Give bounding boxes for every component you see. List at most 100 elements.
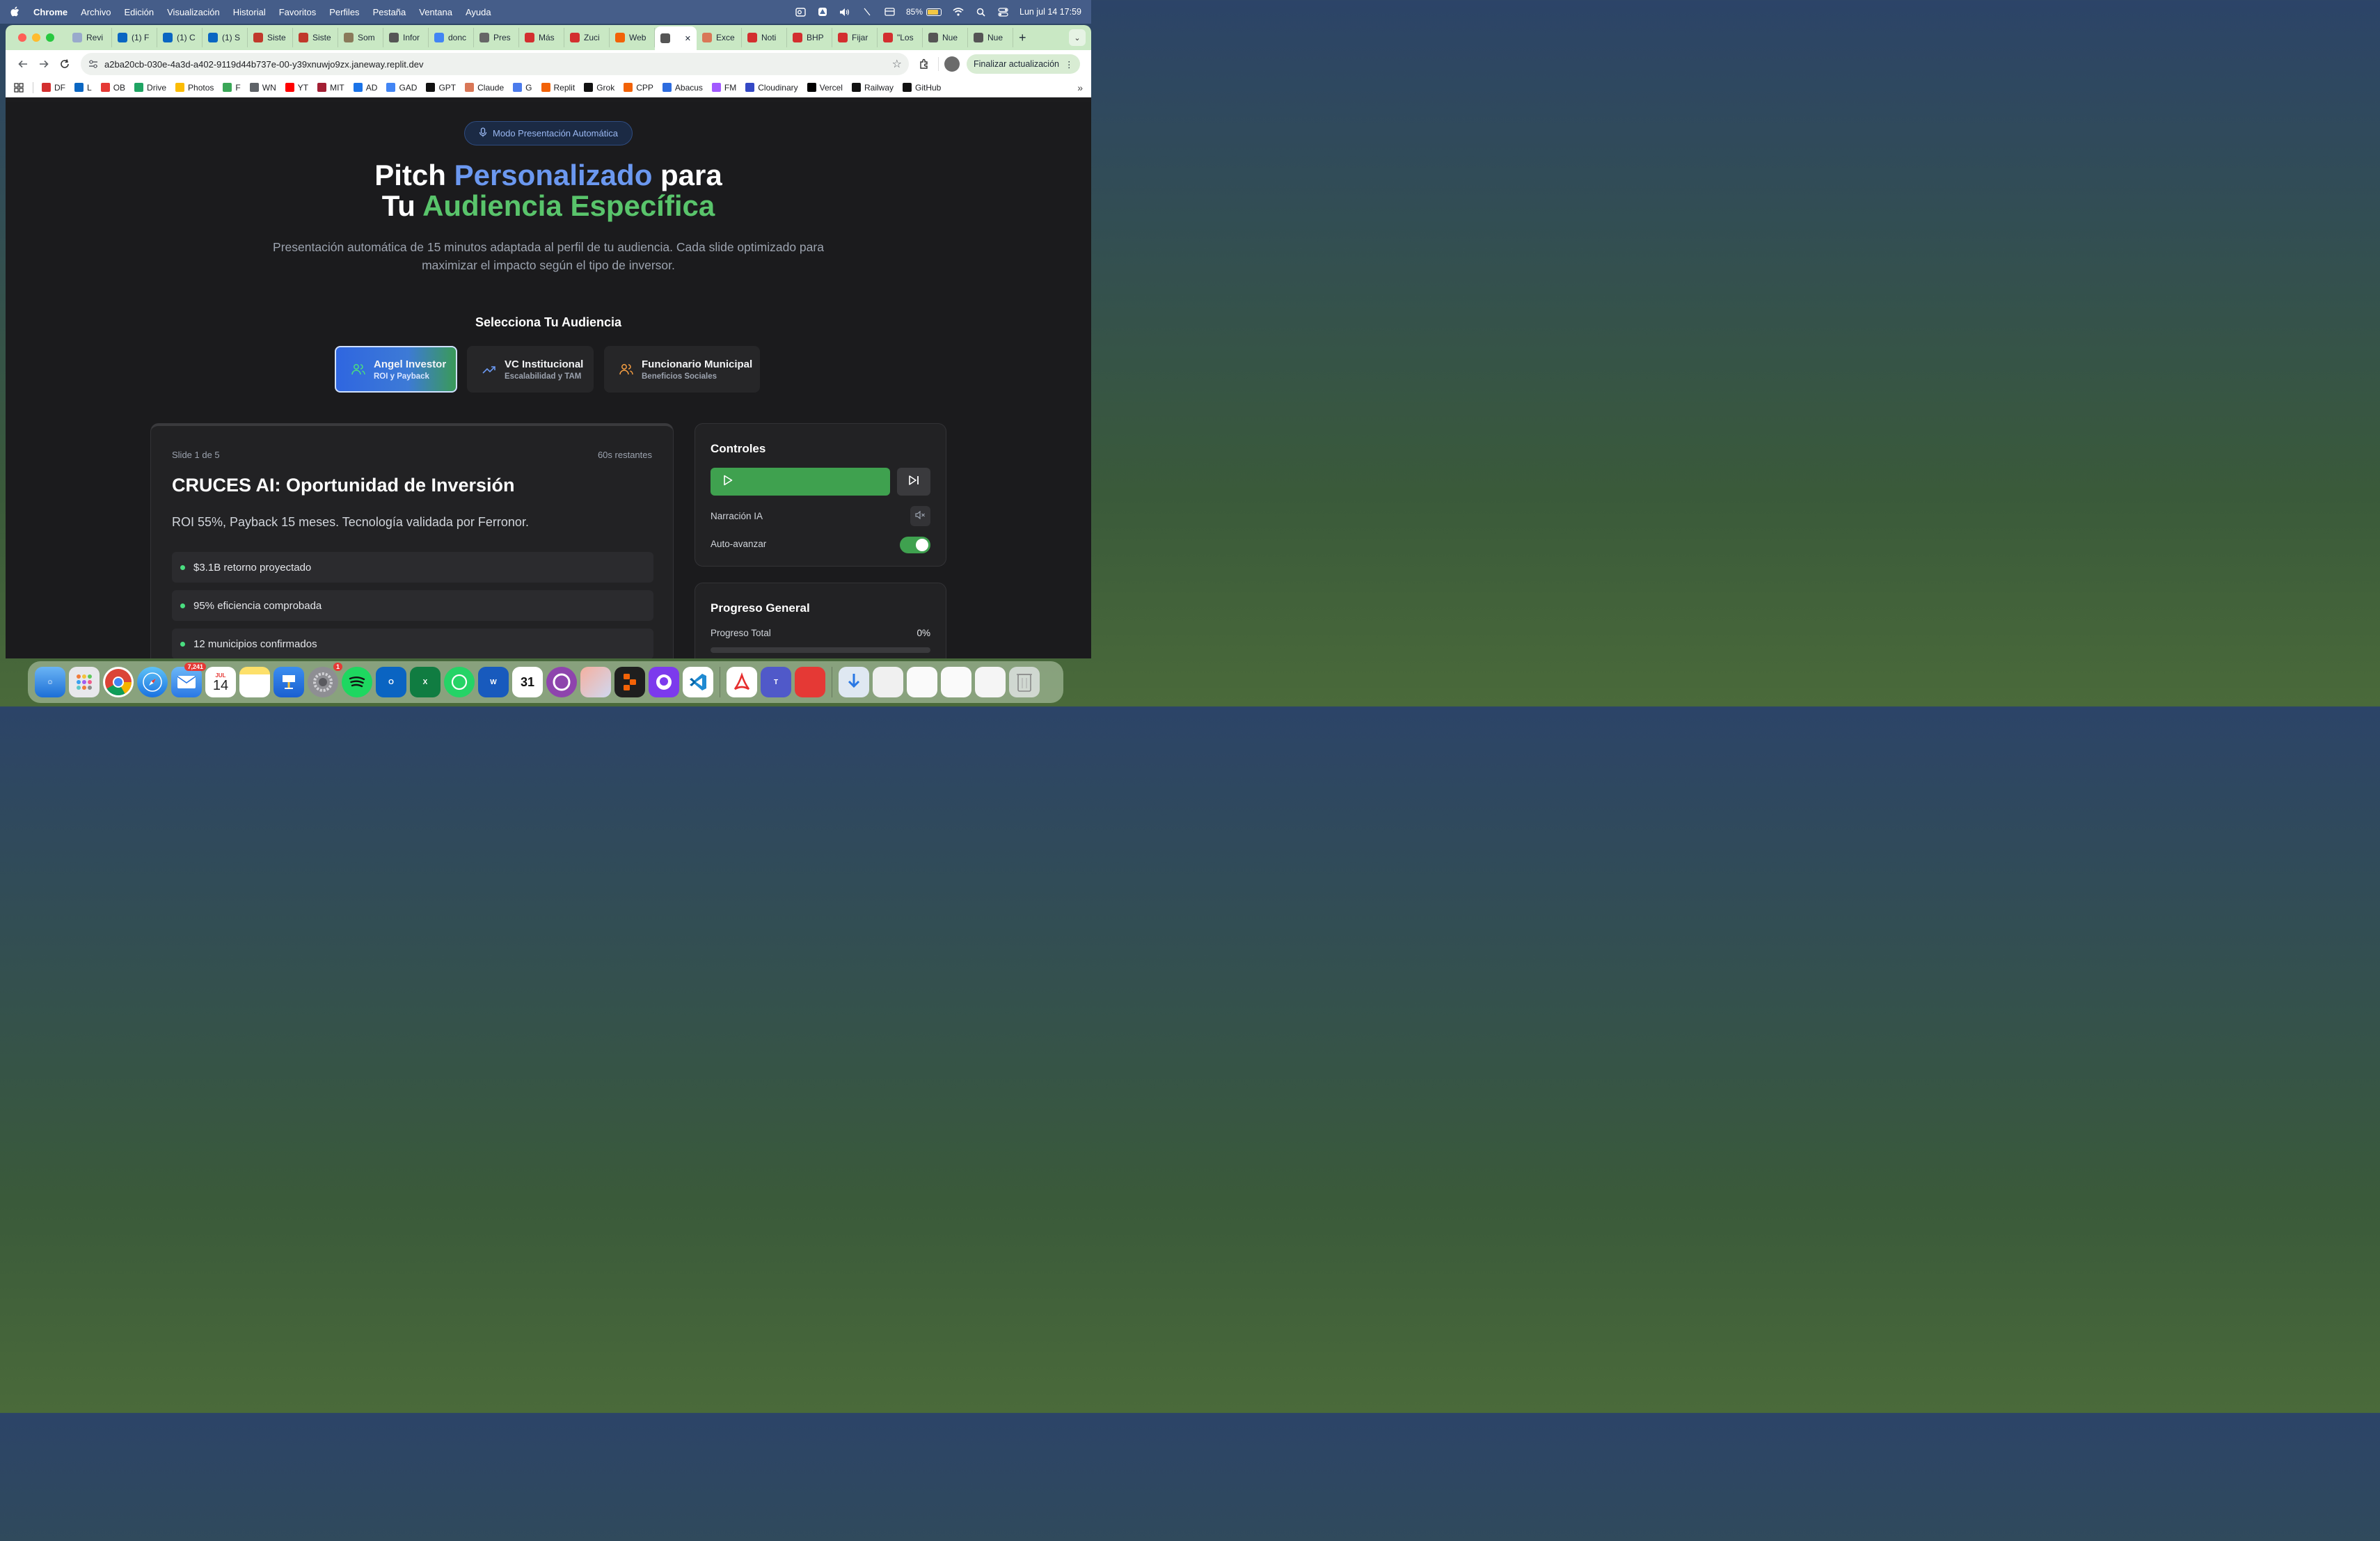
drive-status-icon[interactable] <box>817 7 828 17</box>
menu-visualizacion[interactable]: Visualización <box>167 7 220 17</box>
bookmark-item[interactable]: GAD <box>386 83 417 93</box>
launchpad-icon[interactable] <box>69 667 100 697</box>
bookmark-item[interactable]: GPT <box>426 83 456 93</box>
browser-tab[interactable]: Revi <box>67 28 112 47</box>
back-arrow-icon[interactable] <box>13 54 33 74</box>
browser-tab[interactable]: Nue <box>968 28 1013 47</box>
browser-tab[interactable]: Pres <box>474 28 519 47</box>
browser-tab[interactable]: Siste <box>293 28 338 47</box>
reload-icon[interactable] <box>54 54 75 74</box>
control-center-icon[interactable] <box>997 7 1008 17</box>
recent-window-thumbnail-1[interactable] <box>873 667 903 697</box>
menu-ayuda[interactable]: Ayuda <box>466 7 491 17</box>
word-icon[interactable]: W <box>478 667 509 697</box>
menubar-app-name[interactable]: Chrome <box>33 7 68 17</box>
bookmark-item[interactable]: YT <box>285 83 308 93</box>
bookmark-item[interactable]: AD <box>353 83 377 93</box>
bookmark-item[interactable]: DF <box>42 83 65 93</box>
bookmark-item[interactable]: Photos <box>175 83 214 93</box>
mail-icon[interactable]: 7,241 <box>171 663 206 697</box>
menu-pestana[interactable]: Pestaña <box>373 7 406 17</box>
browser-tab[interactable]: Web <box>610 28 655 47</box>
narration-mute-button[interactable] <box>910 506 930 526</box>
recent-window-thumbnail-3[interactable] <box>941 667 971 697</box>
iphone-mirroring-icon[interactable] <box>580 667 611 697</box>
site-info-icon[interactable] <box>88 58 99 70</box>
finder-icon[interactable]: ☺ <box>35 667 65 697</box>
vscode-icon[interactable] <box>683 667 713 697</box>
browser-tab[interactable]: Infor <box>383 28 429 47</box>
display-icon[interactable] <box>884 7 895 17</box>
browser-tab[interactable]: Más <box>519 28 564 47</box>
whatsapp-icon[interactable] <box>444 667 475 697</box>
browser-tab[interactable]: Exce <box>697 28 742 47</box>
bookmark-star-icon[interactable]: ☆ <box>892 57 902 71</box>
recent-window-thumbnail-2[interactable] <box>907 667 937 697</box>
bookmark-item[interactable]: F <box>223 83 241 93</box>
menu-perfiles[interactable]: Perfiles <box>329 7 359 17</box>
browser-tab[interactable]: Nue <box>923 28 968 47</box>
bookmark-item[interactable]: Replit <box>541 83 575 93</box>
audience-card-angel-investor[interactable]: Angel Investor ROI y Payback <box>335 346 457 393</box>
browser-tab[interactable]: BHP <box>787 28 832 47</box>
tab-search-button[interactable]: ⌄ <box>1069 29 1086 46</box>
menu-ventana[interactable]: Ventana <box>419 7 452 17</box>
circle-app-icon[interactable] <box>546 667 577 697</box>
finish-update-button[interactable]: Finalizar actualización ⋮ <box>967 54 1081 74</box>
trash-icon[interactable] <box>1009 667 1040 697</box>
bookmark-item[interactable]: Claude <box>465 83 504 93</box>
browser-tab[interactable]: donc <box>429 28 474 47</box>
address-bar[interactable]: a2ba20cb-030e-4a3d-a402-9119d44b737e-00-… <box>81 53 909 75</box>
close-tab-icon[interactable]: ✕ <box>685 34 691 43</box>
close-window-button[interactable] <box>18 33 26 42</box>
skip-next-button[interactable] <box>897 468 930 496</box>
outlook-icon[interactable]: O <box>376 667 406 697</box>
more-menu-icon[interactable]: ⋮ <box>1065 59 1074 70</box>
bookmark-item[interactable]: WN <box>249 83 276 93</box>
bookmark-item[interactable]: Grok <box>584 83 614 93</box>
apple-icon[interactable] <box>10 6 19 17</box>
downloads-folder-icon[interactable] <box>839 667 869 697</box>
forward-arrow-icon[interactable] <box>33 54 54 74</box>
bookmark-item[interactable]: MIT <box>317 83 344 93</box>
play-button[interactable] <box>711 468 890 496</box>
spotify-icon[interactable] <box>342 667 372 697</box>
more-bookmarks-icon[interactable]: » <box>1077 82 1083 93</box>
browser-tab[interactable]: Zuci <box>564 28 610 47</box>
browser-tab[interactable]: Noti <box>742 28 787 47</box>
volume-icon[interactable] <box>839 7 850 17</box>
chrome-icon[interactable] <box>103 667 134 697</box>
menu-edicion[interactable]: Edición <box>124 7 154 17</box>
new-tab-button[interactable]: + <box>1019 31 1026 45</box>
audience-card-vc-institucional[interactable]: VC Institucional Escalabilidad y TAM <box>467 346 594 393</box>
audience-card-funcionario-municipal[interactable]: Funcionario Municipal Beneficios Sociale… <box>604 346 760 393</box>
excel-icon[interactable]: X <box>410 667 441 697</box>
bookmark-item[interactable]: Railway <box>851 83 894 93</box>
profile-avatar[interactable] <box>944 56 960 72</box>
recent-window-thumbnail-4[interactable] <box>975 667 1006 697</box>
menu-archivo[interactable]: Archivo <box>81 7 111 17</box>
github-desktop-icon[interactable] <box>649 667 679 697</box>
browser-tab[interactable]: Som <box>338 28 383 47</box>
browser-tab[interactable]: Siste <box>248 28 293 47</box>
bookmark-item[interactable]: Cloudinary <box>745 83 798 93</box>
calendar-31-icon[interactable]: 31 <box>512 667 543 697</box>
bookmark-item[interactable]: G <box>513 83 532 93</box>
battery-indicator[interactable]: 85% <box>906 7 942 17</box>
browser-tab[interactable]: (1) C <box>157 28 203 47</box>
replit-icon[interactable] <box>614 667 645 697</box>
spotlight-search-icon[interactable] <box>975 7 986 17</box>
extensions-icon[interactable] <box>914 54 934 74</box>
menubar-clock[interactable]: Lun jul 14 17:59 <box>1020 7 1081 17</box>
calendar-icon[interactable]: JUL 14 <box>205 667 236 697</box>
acrobat-icon[interactable] <box>727 667 757 697</box>
notes-icon[interactable] <box>239 667 270 697</box>
bookmark-item[interactable]: Drive <box>134 83 166 93</box>
bluetooth-off-icon[interactable] <box>862 7 873 17</box>
bookmark-item[interactable]: Vercel <box>807 83 843 93</box>
browser-tab[interactable]: (1) S <box>203 28 248 47</box>
bookmark-item[interactable]: GitHub <box>903 83 941 93</box>
tab-active[interactable]: ✕ <box>655 26 697 50</box>
bookmark-item[interactable]: Abacus <box>662 83 703 93</box>
outlook-status-icon[interactable] <box>795 7 806 17</box>
